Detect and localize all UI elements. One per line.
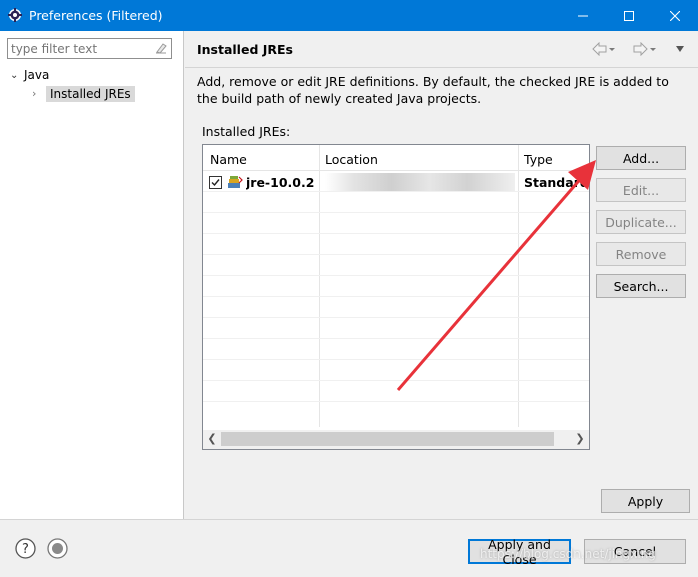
apply-and-close-button[interactable]: Apply and Close — [468, 537, 571, 567]
row-divider — [203, 401, 589, 402]
forward-button[interactable] — [633, 41, 657, 57]
add-button[interactable]: Add... — [596, 146, 686, 170]
svg-text:?: ? — [22, 542, 29, 557]
column-header-name[interactable]: Name — [210, 152, 247, 167]
table-header: Name Location Type — [203, 145, 589, 171]
row-divider — [203, 212, 589, 213]
tree-item-java[interactable]: ⌄ Java — [10, 66, 49, 84]
row-divider — [203, 296, 589, 297]
tree-item-installed-jres[interactable]: › Installed JREs — [32, 84, 135, 103]
row-divider — [203, 191, 589, 192]
horizontal-scrollbar[interactable]: ❮ ❯ — [203, 430, 589, 449]
forward-icon — [633, 42, 656, 56]
close-button[interactable] — [652, 0, 698, 31]
page-header: Installed JREs — [185, 31, 698, 68]
column-header-location[interactable]: Location — [325, 152, 378, 167]
duplicate-button[interactable]: Duplicate... — [596, 210, 686, 234]
column-divider — [319, 145, 320, 427]
clear-filter-icon[interactable] — [154, 41, 168, 55]
row-divider — [203, 254, 589, 255]
eclipse-gear-icon — [8, 8, 22, 22]
back-icon — [592, 42, 615, 56]
window-title: Preferences (Filtered) — [29, 8, 163, 23]
chevron-right-icon: › — [32, 87, 37, 100]
jre-name-cell: jre-10.0.2 ... — [246, 175, 318, 190]
column-divider — [518, 145, 519, 427]
installed-jres-label: Installed JREs: — [202, 124, 291, 139]
remove-button[interactable]: Remove — [596, 242, 686, 266]
edit-button[interactable]: Edit... — [596, 178, 686, 202]
footer-divider — [0, 519, 698, 520]
filter-input[interactable] — [8, 39, 148, 58]
back-button[interactable] — [592, 41, 616, 57]
title-bar: Preferences (Filtered) — [0, 0, 698, 31]
tree-item-label: Java — [24, 68, 50, 82]
maximize-button[interactable] — [606, 0, 652, 31]
tree-item-label: Installed JREs — [46, 85, 135, 102]
view-menu-icon — [676, 46, 684, 52]
tip-icon[interactable] — [47, 538, 68, 559]
row-divider — [203, 275, 589, 276]
jre-library-icon — [228, 176, 243, 188]
minimize-button[interactable] — [560, 0, 606, 31]
jre-default-checkbox[interactable] — [209, 176, 222, 189]
row-divider — [203, 317, 589, 318]
scroll-thumb[interactable] — [221, 432, 554, 446]
scroll-right-icon[interactable]: ❯ — [573, 432, 587, 446]
column-header-type[interactable]: Type — [524, 152, 553, 167]
cancel-button[interactable]: Cancel — [584, 539, 686, 564]
chevron-down-icon[interactable]: ⌄ — [10, 70, 24, 81]
page-description: Add, remove or edit JRE definitions. By … — [197, 74, 669, 106]
view-menu-button[interactable] — [675, 41, 685, 57]
search-button[interactable]: Search... — [596, 274, 686, 298]
redacted-location — [325, 173, 515, 191]
page-title: Installed JREs — [197, 42, 294, 57]
close-icon — [670, 10, 680, 21]
scroll-left-icon[interactable]: ❮ — [205, 432, 219, 446]
apply-button[interactable]: Apply — [601, 489, 690, 513]
row-divider — [203, 380, 589, 381]
checkmark-icon — [211, 179, 220, 187]
maximize-icon — [624, 10, 634, 21]
row-divider — [203, 233, 589, 234]
help-icon[interactable]: ? — [15, 538, 36, 559]
row-divider — [203, 359, 589, 360]
preference-tree-pane — [0, 31, 184, 519]
row-divider — [203, 338, 589, 339]
filter-box — [7, 38, 172, 59]
jre-table[interactable]: Name Location Type jre-10.0.2 ... Standa… — [202, 144, 590, 450]
minimize-icon — [578, 15, 588, 16]
jre-type-cell: Standard V — [524, 175, 589, 190]
